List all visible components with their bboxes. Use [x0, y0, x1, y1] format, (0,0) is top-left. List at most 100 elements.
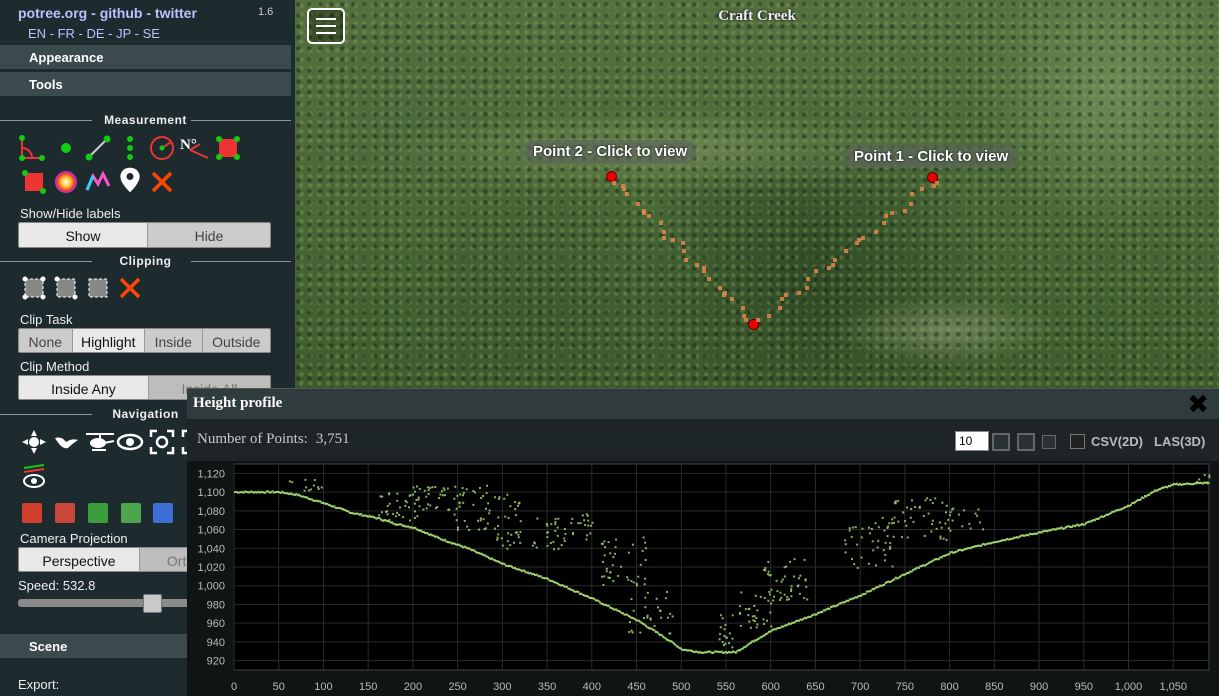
- vegetation-point: [517, 533, 520, 536]
- profile-view-button[interactable]: [992, 433, 1010, 451]
- profile-reset-button[interactable]: [1042, 435, 1056, 449]
- clip-task-inside[interactable]: Inside: [145, 329, 203, 352]
- vegetation-point: [850, 535, 853, 538]
- csv-export-link[interactable]: CSV(2D): [1091, 434, 1143, 449]
- vegetation-point: [422, 508, 425, 511]
- link-twitter[interactable]: twitter: [155, 5, 197, 21]
- vegetation-point: [396, 499, 399, 502]
- vegetation-point: [488, 509, 491, 512]
- helicopter-controls-icon[interactable]: [84, 428, 116, 456]
- sphere-volume-icon[interactable]: [52, 168, 80, 196]
- vegetation-point: [509, 505, 512, 508]
- vegetation-point: [924, 499, 927, 502]
- vegetation-point: [945, 538, 948, 541]
- vegetation-point: [891, 518, 894, 521]
- vegetation-point: [506, 493, 509, 496]
- language-links[interactable]: EN - FR - DE - JP - SE: [28, 26, 160, 41]
- volume-measure-icon[interactable]: [20, 168, 48, 196]
- vegetation-point: [510, 533, 513, 536]
- azimuth-measure-icon[interactable]: N°: [180, 134, 212, 162]
- navcube-eye-icon[interactable]: [20, 462, 48, 490]
- vegetation-point: [514, 500, 517, 503]
- vegetation-point: [418, 487, 421, 490]
- height-profile-chart[interactable]: 0 50 100 150 200 250 300 350 400 450 500 550 600 650 7…: [187, 461, 1219, 696]
- remove-clipping-icon[interactable]: [116, 274, 144, 302]
- clip-task-outside[interactable]: Outside: [202, 329, 270, 352]
- speed-slider-thumb[interactable]: [143, 594, 163, 613]
- profile-path-dot: [722, 292, 727, 297]
- svg-text:N°: N°: [180, 137, 197, 153]
- profile-path-dot: [612, 181, 616, 185]
- vegetation-point: [781, 578, 784, 581]
- poi-label-point-1[interactable]: Point 1 - Click to view: [845, 145, 1018, 168]
- point-size-input[interactable]: 10: [955, 431, 989, 451]
- view-left-cube-icon[interactable]: [22, 503, 42, 523]
- profile-path-dot: [806, 277, 811, 282]
- vegetation-point: [392, 512, 395, 515]
- orbit-controls-icon[interactable]: [116, 428, 144, 456]
- vegetation-point: [415, 498, 418, 501]
- clip-task-none[interactable]: None: [19, 329, 73, 352]
- hide-labels-button[interactable]: Hide: [147, 223, 270, 247]
- csv-export-checkbox[interactable]: [1070, 434, 1085, 449]
- x-tick-label: 750: [896, 681, 914, 693]
- y-tick-label: 960: [207, 618, 225, 630]
- vegetation-point: [844, 543, 847, 546]
- profile-fit-button[interactable]: [1017, 433, 1035, 451]
- view-top-cube-icon[interactable]: [153, 503, 173, 523]
- angle-measure-icon[interactable]: [18, 134, 46, 162]
- clip-screen-box-icon[interactable]: [84, 274, 112, 302]
- projection-perspective[interactable]: Perspective: [19, 548, 140, 571]
- x-tick-label: 650: [806, 681, 824, 693]
- vegetation-point: [799, 574, 802, 577]
- vegetation-point: [883, 559, 886, 562]
- profile-path-dot: [777, 305, 782, 310]
- vegetation-point: [504, 515, 507, 518]
- poi-label-point-2[interactable]: Point 2 - Click to view: [524, 140, 697, 163]
- vegetation-point: [414, 490, 417, 493]
- profile-tool-icon[interactable]: [84, 168, 112, 196]
- link-potree[interactable]: potree.org: [18, 5, 87, 21]
- vegetation-point: [875, 564, 878, 567]
- remove-measurements-icon[interactable]: [148, 168, 176, 196]
- vegetation-point: [493, 496, 496, 499]
- vegetation-point: [806, 598, 809, 601]
- vegetation-point: [605, 570, 608, 573]
- vegetation-point: [644, 596, 647, 599]
- distance-measure-icon[interactable]: [84, 134, 112, 162]
- section-tools[interactable]: Tools: [0, 72, 291, 96]
- area-measure-icon[interactable]: [214, 134, 242, 162]
- show-labels-button[interactable]: Show: [19, 223, 148, 247]
- vegetation-point: [519, 530, 522, 533]
- height-measure-icon[interactable]: [116, 134, 144, 162]
- vegetation-point: [1208, 474, 1211, 477]
- link-github[interactable]: github: [100, 5, 143, 21]
- earth-controls-icon[interactable]: [20, 428, 48, 456]
- las-export-link[interactable]: LAS(3D): [1154, 434, 1205, 449]
- clip-volume-icon[interactable]: [20, 274, 48, 302]
- clip-polygon-icon[interactable]: [52, 274, 80, 302]
- fly-controls-icon[interactable]: [52, 428, 80, 456]
- circle-measure-icon[interactable]: [148, 134, 176, 162]
- vegetation-point: [790, 595, 793, 598]
- view-back-cube-icon[interactable]: [121, 503, 141, 523]
- vegetation-point: [550, 523, 553, 526]
- view-front-cube-icon[interactable]: [88, 503, 108, 523]
- view-right-cube-icon[interactable]: [55, 503, 75, 523]
- section-appearance[interactable]: Appearance: [0, 45, 291, 69]
- focus-target-icon[interactable]: [148, 428, 176, 456]
- ground-point: [565, 585, 568, 588]
- annotation-tool-icon[interactable]: [116, 166, 144, 194]
- vegetation-point: [902, 511, 905, 514]
- close-icon[interactable]: ✖: [1187, 391, 1209, 417]
- point-measure-icon[interactable]: [52, 134, 80, 162]
- vegetation-point: [572, 531, 575, 534]
- clip-task-highlight[interactable]: Highlight: [72, 329, 145, 352]
- clip-method-inside-any[interactable]: Inside Any: [19, 376, 149, 399]
- vegetation-point: [922, 515, 925, 518]
- profile-path-dot: [854, 241, 859, 246]
- profile-path-dot: [662, 229, 667, 234]
- vegetation-point: [646, 591, 649, 594]
- vegetation-point: [912, 520, 915, 523]
- vegetation-point: [577, 522, 580, 525]
